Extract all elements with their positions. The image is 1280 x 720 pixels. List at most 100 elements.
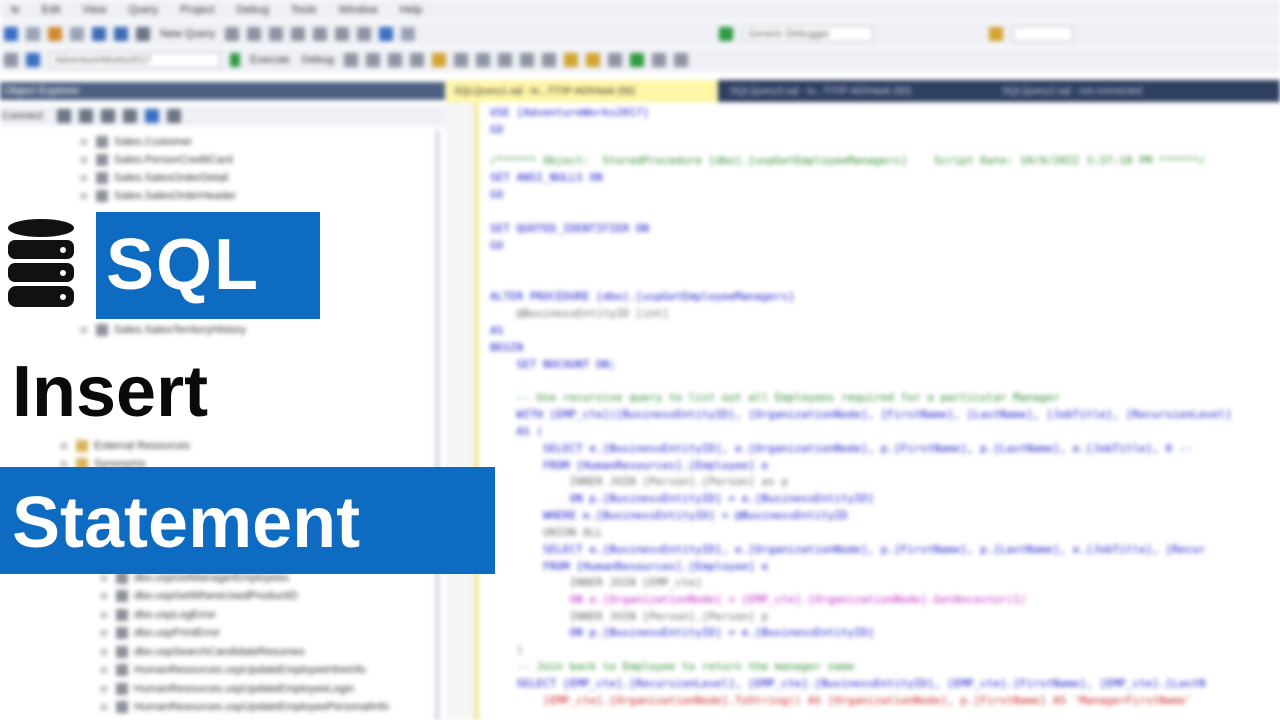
execute-icon[interactable] [230, 53, 240, 67]
tree-node-procedure[interactable]: ⊞ dbo.uspLogError [100, 609, 216, 621]
filter-icon[interactable] [122, 109, 137, 123]
new-query-icon[interactable] [136, 27, 150, 41]
menu-item-query[interactable]: Query [117, 4, 169, 16]
query-icon[interactable] [225, 27, 240, 41]
expand-icon[interactable]: ⊞ [100, 573, 108, 584]
tree-node-procedure[interactable]: ⊞ dbo.uspSearchCandidateResumes [100, 646, 305, 658]
menu-item-view[interactable]: View [72, 4, 118, 16]
menu-item-window[interactable]: Window [328, 4, 389, 16]
tree-node-procedure[interactable]: ⊞ dbo.uspPrintError [100, 627, 220, 639]
refresh-icon[interactable] [144, 109, 159, 123]
query-options-icon[interactable] [388, 53, 403, 67]
debugger-dropdown[interactable]: Generic Debugger [743, 26, 874, 42]
undo-icon[interactable] [379, 27, 394, 41]
tree-node-procedure[interactable]: ⊞ HumanResources.uspUpdateEmployeeLogin [100, 683, 354, 695]
expand-icon[interactable]: ⊞ [80, 191, 88, 202]
expand-icon[interactable]: ⊞ [60, 441, 68, 452]
tree-node-procedure[interactable]: ⊞ HumanResources.uspUpdateEmployeePerson… [100, 701, 389, 713]
save-icon[interactable] [92, 27, 106, 41]
tree-node-table[interactable]: ⊞ Sales.SalesTerritoryHistory [80, 324, 246, 336]
expand-icon[interactable]: ⊞ [80, 137, 88, 148]
include-plan-icon[interactable] [432, 53, 447, 67]
tab-sqlquery3[interactable]: SQLQuery3.sql - lo...T\TIP-AD\Hask (50) [722, 80, 982, 102]
open-file-icon[interactable] [70, 27, 84, 41]
copy-icon[interactable] [335, 27, 350, 41]
disconnect-icon[interactable] [78, 109, 93, 123]
connect-icon[interactable] [26, 53, 40, 67]
tree-node-table[interactable]: ⊞ Sales.Customer [80, 136, 192, 148]
code-line: BEGIN [490, 341, 524, 354]
new-project-icon[interactable] [48, 27, 62, 41]
expand-icon[interactable]: ⊞ [100, 647, 108, 658]
code-line: FROM [HumanResources].[Employee] e [490, 560, 769, 573]
debug-button[interactable]: Debug [302, 54, 334, 66]
database-dropdown[interactable]: AdventureWorks2017 [50, 52, 220, 68]
intellisense-icon[interactable] [410, 53, 425, 67]
parse-icon[interactable] [344, 53, 359, 67]
menu-item-tools[interactable]: Tools [280, 4, 328, 16]
code-line: AS ( [490, 425, 543, 438]
menu-item-edit[interactable]: Edit [31, 4, 72, 16]
code-line: -- Join back to Employee to return the m… [490, 660, 855, 673]
query-editor[interactable]: USE [AdventureWorks2017] GO /****** Obje… [446, 102, 1280, 720]
comment-icon[interactable] [520, 53, 535, 67]
indent-icon[interactable] [564, 53, 579, 67]
expand-icon[interactable]: ⊞ [100, 591, 108, 602]
new-query-button[interactable]: New Query [160, 28, 215, 40]
folder-icon [76, 440, 88, 452]
tree-node-table[interactable]: ⊞ Sales.PersonCreditCard [80, 154, 233, 166]
step-icon[interactable] [674, 53, 689, 67]
display-plan-icon[interactable] [366, 53, 381, 67]
code-line: SET ANSI_NULLS ON [490, 171, 603, 184]
expand-icon[interactable]: ⊞ [100, 665, 108, 676]
expand-icon[interactable]: ⊞ [100, 628, 108, 639]
stop-icon[interactable] [100, 109, 115, 123]
execute-button[interactable]: Execute [250, 54, 290, 66]
tree-node-table[interactable]: ⊞ Sales.SalesOrderHeader [80, 190, 236, 202]
expand-icon[interactable]: ⊞ [100, 610, 108, 621]
menu-item-project[interactable]: Project [169, 4, 225, 16]
outdent-icon[interactable] [586, 53, 601, 67]
expand-icon[interactable]: ⊞ [80, 155, 88, 166]
code-line: GO [490, 188, 504, 201]
continue-icon[interactable] [630, 53, 645, 67]
query-icon[interactable] [291, 27, 306, 41]
expand-icon[interactable]: ⊞ [100, 684, 108, 695]
tree-node-procedure[interactable]: ⊞ dbo.uspGetWhereUsedProductID [100, 590, 298, 602]
tab-sqlquery1[interactable]: SQLQuery1.sql - lo...T\TIP-AD\Hask (56) [446, 80, 718, 102]
paste-icon[interactable] [357, 27, 372, 41]
quick-launch-input[interactable] [1013, 26, 1074, 42]
code-line: SELECT e.[BusinessEntityID], e.[Organiza… [490, 543, 1206, 556]
search-icon[interactable] [989, 27, 1004, 41]
uncomment-icon[interactable] [542, 53, 557, 67]
menu-item-debug[interactable]: Debug [225, 4, 279, 16]
results-file-icon[interactable] [498, 53, 513, 67]
tree-node-table[interactable]: ⊞ Sales.SalesOrderDetail [80, 172, 228, 184]
step-icon[interactable] [652, 53, 667, 67]
save-all-icon[interactable] [114, 27, 128, 41]
code-line: USE [AdventureWorks2017] [490, 106, 649, 119]
specify-values-icon[interactable] [608, 53, 623, 67]
expand-icon[interactable]: ⊞ [100, 702, 108, 713]
results-text-icon[interactable] [454, 53, 469, 67]
tree-node-folder[interactable]: ⊞ External Resources [60, 440, 190, 452]
forward-icon[interactable] [26, 27, 40, 41]
query-icon[interactable] [247, 27, 262, 41]
editor-margin [446, 102, 476, 720]
menu-item-help[interactable]: Help [389, 4, 434, 16]
connect-icon[interactable] [56, 109, 71, 123]
query-icon[interactable] [269, 27, 284, 41]
menu-item-file[interactable]: le [0, 4, 31, 16]
cut-icon[interactable] [313, 27, 328, 41]
connect-dropdown[interactable]: Connect [2, 110, 43, 122]
expand-icon[interactable]: ⊞ [80, 325, 88, 336]
start-debug-icon[interactable] [719, 27, 734, 41]
back-icon[interactable] [4, 27, 18, 41]
expand-icon[interactable]: ⊞ [80, 173, 88, 184]
redo-icon[interactable] [401, 27, 416, 41]
results-grid-icon[interactable] [476, 53, 491, 67]
tree-node-procedure[interactable]: ⊞ HumanResources.uspUpdateEmployeeHireIn… [100, 664, 366, 676]
tab-sqlquery2[interactable]: SQLQuery2.sql - not connected [994, 80, 1224, 102]
object-explorer-icon[interactable] [4, 53, 18, 67]
activity-monitor-icon[interactable] [166, 109, 181, 123]
